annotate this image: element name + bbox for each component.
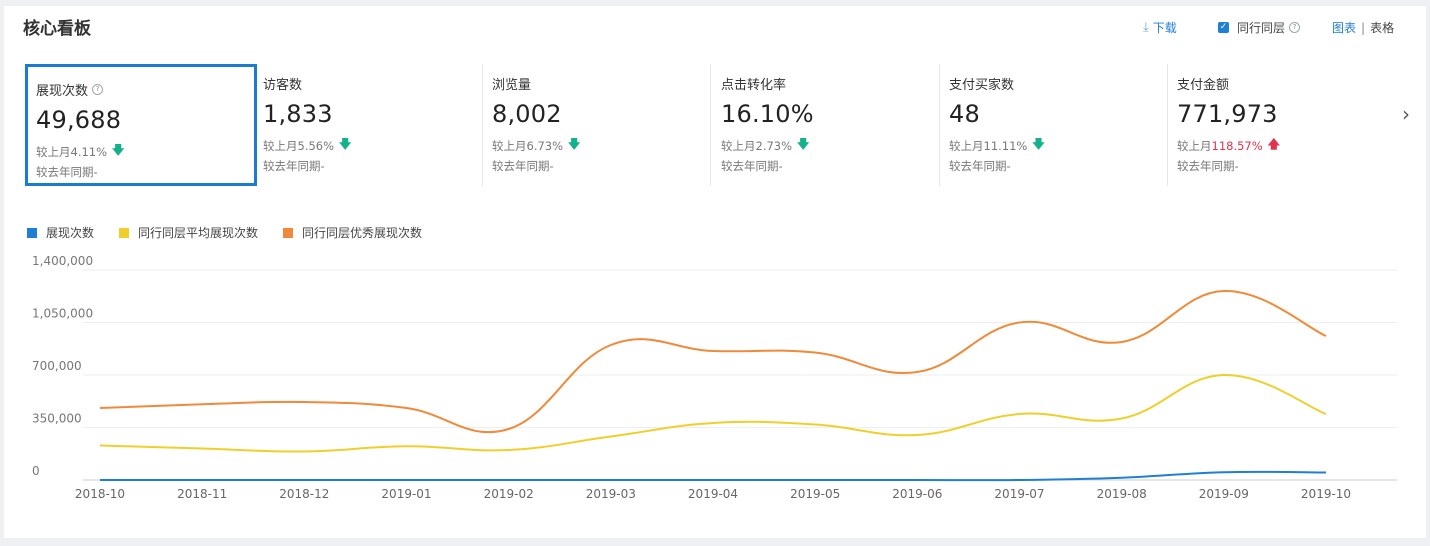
x-tick-label: 2019-09 (1199, 487, 1249, 501)
x-tick-label: 2018-12 (279, 487, 329, 501)
x-tick-label: 2019-05 (790, 487, 840, 501)
x-tick-label: 2019-02 (484, 487, 534, 501)
x-tick-label: 2019-10 (1301, 487, 1351, 501)
y-tick-label: 350,000 (32, 412, 82, 426)
y-tick-label: 1,050,000 (32, 307, 93, 321)
x-tick-label: 2018-11 (177, 487, 227, 501)
series-line-1 (99, 373, 1327, 453)
y-tick-label: 1,400,000 (32, 254, 93, 268)
line-chart: 0 350,000 700,000 1,050,000 1,400,000 2018-10… (32, 254, 1397, 501)
x-tick-label: 2019-07 (994, 487, 1044, 501)
y-tick-label: 700,000 (32, 359, 82, 373)
x-tick-label: 2019-04 (688, 487, 738, 501)
x-tick-label: 2019-03 (586, 487, 636, 501)
series-line-0 (100, 470, 1327, 482)
y-tick-label: 0 (32, 464, 40, 478)
x-tick-label: 2019-01 (381, 487, 431, 501)
x-tick-label: 2019-06 (892, 487, 942, 501)
x-tick-label: 2019-08 (1097, 487, 1147, 501)
x-tick-label: 2018-10 (75, 487, 125, 501)
